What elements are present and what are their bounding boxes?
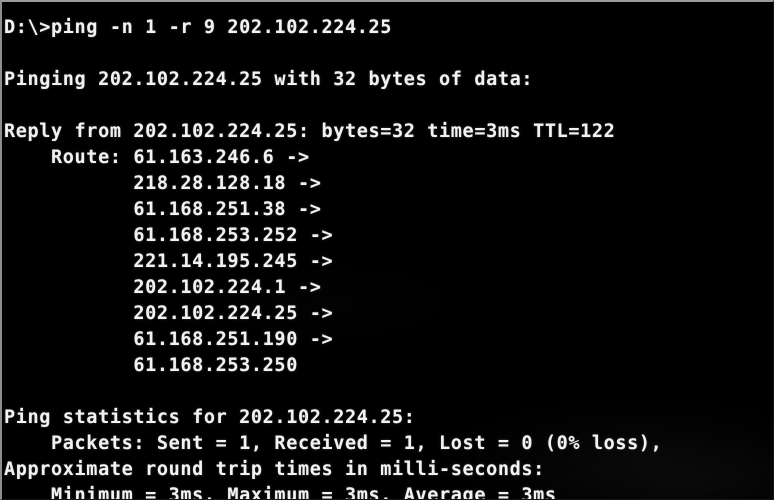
blank-3 — [2, 379, 773, 405]
reply-line: Reply from 202.102.224.25: bytes=32 time… — [4, 121, 616, 142]
console-output-area[interactable]: D:\>ping -n 1 -r 9 202.102.224.25 Pinging… — [2, 15, 773, 500]
route-hop-8: 61.168.251.190 -> — [4, 329, 334, 350]
command-prompt-window[interactable]: D:\>ping -n 1 -r 9 202.102.224.25 Pinging… — [0, 0, 774, 500]
route-hop-9: 61.168.253.250 — [4, 355, 298, 376]
rtt-values: Minimum = 3ms, Maximum = 3ms, Average = … — [4, 485, 557, 500]
route-hop-2: 218.28.128.18 -> — [4, 173, 322, 194]
command-line: D:\>ping -n 1 -r 9 202.102.224.25 — [4, 17, 393, 38]
route-hop-5: 221.14.195.245 -> — [4, 251, 334, 272]
blank-1 — [2, 41, 773, 67]
rtt-header: Approximate round trip times in milli-se… — [4, 459, 545, 480]
route-hop-4: 61.168.253.252 -> — [4, 225, 334, 246]
packets-line: Packets: Sent = 1, Received = 1, Lost = … — [4, 433, 663, 454]
blank-2 — [2, 93, 773, 119]
statistics-header: Ping statistics for 202.102.224.25: — [4, 407, 416, 428]
route-hop-6: 202.102.224.1 -> — [4, 277, 322, 298]
route-hop-7: 202.102.224.25 -> — [4, 303, 334, 324]
route-hop-1: Route: 61.163.246.6 -> — [4, 147, 310, 168]
route-hop-3: 61.168.251.38 -> — [4, 199, 322, 220]
pinging-line: Pinging 202.102.224.25 with 32 bytes of … — [4, 69, 534, 90]
